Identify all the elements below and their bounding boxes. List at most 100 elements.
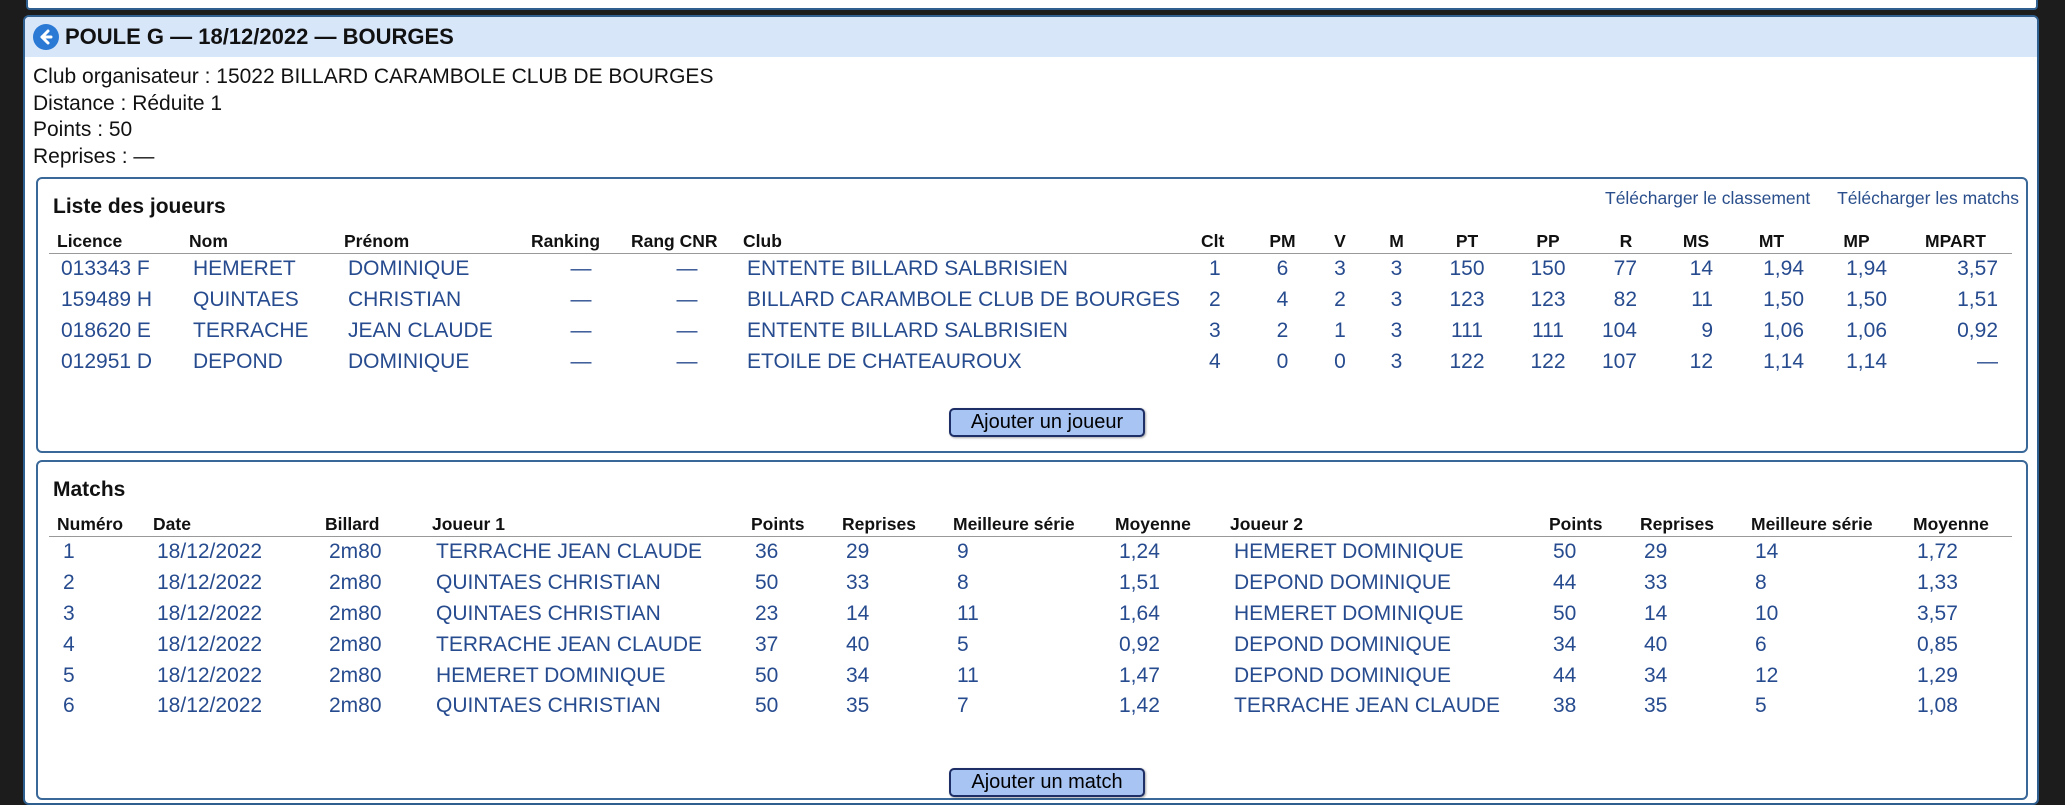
match-date-cell: 18/12/2022	[157, 540, 263, 564]
player-m-cell: 3	[1390, 318, 1403, 342]
match-row[interactable]: 1 18/12/2022 2m80 TERRACHE JEAN CLAUDE 36 29 9…	[49, 537, 2012, 568]
col-joueur1: Joueur 1	[432, 512, 751, 537]
col-reprises2: Reprises	[1640, 512, 1751, 537]
download-matches-link[interactable]: Télécharger les matchs	[1837, 188, 2019, 208]
player-club-cell: ENTENTE BILLARD SALBRISIEN	[747, 318, 1068, 342]
col-reprises1: Reprises	[842, 512, 953, 537]
col-ms: MS	[1663, 229, 1729, 254]
match-serie2-cell: 14	[1755, 540, 1779, 564]
player-row[interactable]: 159489 H QUINTAES CHRISTIAN — — BILLARD CARAM…	[49, 285, 2012, 316]
match-reprises1-cell: 35	[846, 694, 870, 718]
match-points1-cell: 50	[755, 571, 779, 595]
match-billard-cell: 2m80	[329, 540, 382, 564]
match-moyenne2-cell: 1,72	[1917, 540, 1958, 564]
player-row[interactable]: 018620 E TERRACHE JEAN CLAUDE — — ENTENTE BIL…	[49, 316, 2012, 347]
info-points: Points : 50	[33, 118, 133, 141]
match-numero-cell: 3	[63, 601, 75, 625]
player-mpart-cell: —	[1977, 349, 1998, 373]
player-r-cell: 107	[1601, 349, 1637, 373]
match-numero-cell: 4	[63, 632, 75, 656]
previous-panel-edge	[26, 0, 2038, 10]
player-rang-cnr-cell: —	[676, 349, 698, 373]
player-prenom-cell: DOMINIQUE	[348, 257, 470, 281]
col-points1: Points	[751, 512, 842, 537]
download-ranking-link[interactable]: Télécharger le classement	[1605, 188, 1810, 208]
col-v: V	[1314, 229, 1366, 254]
match-billard-cell: 2m80	[329, 694, 382, 718]
player-row[interactable]: 012951 D DEPOND DOMINIQUE — — ETOILE DE CHATE…	[49, 346, 2012, 377]
match-serie1-cell: 7	[957, 694, 969, 718]
match-numero-cell: 5	[63, 663, 75, 687]
match-points2-cell: 50	[1553, 601, 1577, 625]
player-ms-cell: 11	[1691, 288, 1713, 312]
match-row[interactable]: 6 18/12/2022 2m80 QUINTAES CHRISTIAN 50 35 7 1,…	[49, 691, 2012, 722]
player-r-cell: 77	[1613, 257, 1637, 281]
player-pm-cell: 2	[1276, 318, 1289, 342]
match-reprises1-cell: 40	[846, 632, 870, 656]
match-moyenne1-cell: 1,64	[1119, 601, 1160, 625]
match-row[interactable]: 4 18/12/2022 2m80 TERRACHE JEAN CLAUDE 37 40 5…	[49, 629, 2012, 660]
col-ranking: Ranking	[531, 229, 631, 254]
player-mt-cell: 1,50	[1763, 288, 1804, 312]
player-ranking-cell: —	[570, 318, 592, 342]
player-pt-cell: 111	[1451, 318, 1483, 342]
player-ranking-cell: —	[570, 288, 592, 312]
back-arrow-icon[interactable]	[33, 24, 59, 50]
match-serie1-cell: 8	[957, 571, 969, 595]
player-v-cell: 1	[1334, 318, 1346, 342]
add-match-button[interactable]: Ajouter un match	[949, 768, 1145, 797]
col-pm: PM	[1251, 229, 1314, 254]
col-prenom: Prénom	[344, 229, 531, 254]
match-moyenne2-cell: 0,85	[1917, 632, 1958, 656]
player-nom-cell: QUINTAES	[193, 288, 299, 312]
match-row[interactable]: 5 18/12/2022 2m80 HEMERET DOMINIQUE 50 34 11 1,…	[49, 660, 2012, 691]
player-ranking-cell: —	[570, 349, 592, 373]
col-pp: PP	[1507, 229, 1589, 254]
player-v-cell: 0	[1334, 349, 1346, 373]
players-section-title: Liste des joueurs	[53, 195, 226, 218]
players-section: Liste des joueurs Télécharger le classem…	[36, 177, 2028, 453]
info-club: Club organisateur : 15022 BILLARD CARAMB…	[33, 65, 714, 88]
match-reprises2-cell: 40	[1644, 632, 1668, 656]
player-prenom-cell: CHRISTIAN	[348, 288, 462, 312]
player-club-cell: BILLARD CARAMBOLE CLUB DE BOURGES	[747, 288, 1180, 312]
match-row[interactable]: 2 18/12/2022 2m80 QUINTAES CHRISTIAN 50 33 8 1,…	[49, 568, 2012, 599]
match-date-cell: 18/12/2022	[157, 571, 263, 595]
player-prenom-cell: JEAN CLAUDE	[348, 318, 493, 342]
col-r: R	[1589, 229, 1663, 254]
match-row[interactable]: 3 18/12/2022 2m80 QUINTAES CHRISTIAN 23 14 11 1…	[49, 599, 2012, 630]
player-prenom-cell: DOMINIQUE	[348, 349, 470, 373]
player-pm-cell: 4	[1276, 288, 1289, 312]
match-moyenne2-cell: 3,57	[1917, 601, 1958, 625]
player-v-cell: 2	[1334, 288, 1346, 312]
player-mt-cell: 1,06	[1763, 318, 1804, 342]
col-points2: Points	[1549, 512, 1640, 537]
player-row[interactable]: 013343 F HEMERET DOMINIQUE — — ENTENTE BILLAR…	[49, 254, 2012, 285]
player-nom-cell: HEMERET	[193, 257, 296, 281]
player-mpart-cell: 3,57	[1957, 257, 1998, 281]
match-serie2-cell: 10	[1755, 601, 1779, 625]
player-mp-cell: 1,50	[1846, 288, 1887, 312]
col-mt: MT	[1729, 229, 1814, 254]
player-ms-cell: 12	[1689, 349, 1713, 373]
match-reprises1-cell: 34	[846, 663, 870, 687]
match-numero-cell: 2	[63, 571, 75, 595]
matches-section: Matchs Numéro Date Billard Joueur 1 Poin…	[36, 460, 2028, 800]
match-reprises2-cell: 14	[1644, 601, 1668, 625]
match-serie2-cell: 5	[1755, 694, 1767, 718]
player-ranking-cell: —	[570, 257, 592, 281]
match-reprises1-cell: 33	[846, 571, 870, 595]
page-title: POULE G — 18/12/2022 — BOURGES	[65, 24, 454, 49]
match-reprises2-cell: 33	[1644, 571, 1668, 595]
match-moyenne2-cell: 1,33	[1917, 571, 1958, 595]
match-joueur2-cell: HEMERET DOMINIQUE	[1234, 601, 1464, 625]
match-serie1-cell: 9	[957, 540, 969, 564]
match-points2-cell: 34	[1553, 632, 1577, 656]
col-moyenne1: Moyenne	[1115, 512, 1230, 537]
add-player-button[interactable]: Ajouter un joueur	[949, 408, 1145, 437]
match-joueur1-cell: TERRACHE JEAN CLAUDE	[436, 632, 703, 656]
player-pp-cell: 150	[1530, 257, 1566, 281]
col-serie1: Meilleure série	[953, 512, 1115, 537]
info-reprises: Reprises : —	[33, 144, 155, 168]
player-nom-cell: DEPOND	[193, 349, 283, 373]
